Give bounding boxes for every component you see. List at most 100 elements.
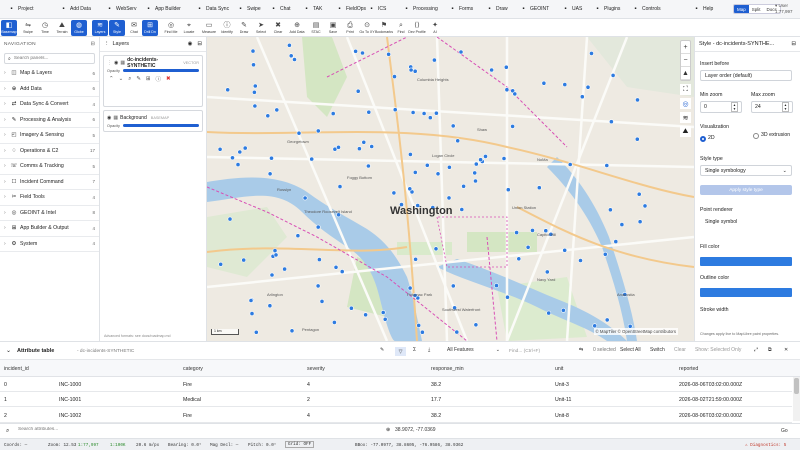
drag-handle-icon[interactable]: ⋮: [107, 60, 112, 66]
incident-marker[interactable]: [289, 328, 295, 334]
incident-marker[interactable]: [296, 130, 302, 136]
nav-section[interactable]: › ✎ Processing & Analysis 6: [0, 113, 99, 128]
incident-marker[interactable]: [225, 87, 231, 93]
min-zoom-input[interactable]: 0 ▲ ▼: [700, 101, 742, 113]
column-header[interactable]: severity: [307, 366, 325, 372]
incident-marker[interactable]: [287, 42, 292, 48]
incident-marker[interactable]: [433, 246, 439, 252]
nav-section[interactable]: › ⊕ Add Data 6: [0, 82, 99, 97]
incident-marker[interactable]: [227, 216, 233, 222]
incident-marker[interactable]: [356, 146, 362, 152]
incident-marker[interactable]: [319, 298, 325, 304]
incident-marker[interactable]: [217, 146, 223, 152]
incident-marker[interactable]: [636, 191, 642, 197]
incident-marker[interactable]: [336, 144, 341, 150]
incident-marker[interactable]: [607, 207, 613, 213]
tool-drill-dn[interactable]: ⊞ Drill Dn: [142, 20, 158, 36]
incident-marker[interactable]: [241, 257, 247, 263]
incident-marker[interactable]: [454, 329, 460, 335]
swap-icon[interactable]: ⇆: [579, 347, 583, 353]
incident-marker[interactable]: [392, 107, 398, 113]
incident-marker[interactable]: [505, 187, 511, 193]
opacity-slider[interactable]: [122, 124, 199, 127]
incident-marker[interactable]: [317, 257, 322, 262]
incident-marker[interactable]: [478, 157, 483, 163]
menu-item[interactable]: ▪ FieldOps: [336, 0, 366, 19]
menu-item[interactable]: ▪ App Builder: [145, 0, 180, 19]
incident-marker[interactable]: [505, 294, 510, 300]
incident-marker[interactable]: [610, 73, 616, 78]
incident-marker[interactable]: [235, 162, 241, 167]
incident-marker[interactable]: [567, 162, 573, 167]
incident-marker[interactable]: [544, 269, 550, 275]
clear-button[interactable]: Clear: [674, 347, 686, 353]
incident-marker[interactable]: [333, 264, 339, 270]
incident-marker[interactable]: [585, 84, 591, 90]
incident-marker[interactable]: [267, 171, 273, 177]
incident-marker[interactable]: [473, 178, 478, 184]
incident-marker[interactable]: [413, 256, 418, 262]
find-input[interactable]: Find... (Ctrl+F): [506, 346, 574, 357]
download-icon[interactable]: ⤓: [428, 347, 430, 353]
nav-section[interactable]: › ☏ Comms & Tracking 5: [0, 159, 99, 175]
incident-marker[interactable]: [503, 64, 509, 70]
incident-marker[interactable]: [249, 311, 255, 316]
incident-marker[interactable]: [608, 119, 614, 125]
tool-bookmarks[interactable]: ⚑ Bookmarks: [375, 20, 393, 36]
nav-section[interactable]: › ◫ Map & Layers 6: [0, 66, 99, 82]
fullscreen-icon[interactable]: ⛶: [680, 84, 691, 95]
incident-marker[interactable]: [337, 184, 343, 189]
incident-marker[interactable]: [510, 124, 515, 129]
incident-marker[interactable]: [560, 307, 566, 313]
incident-marker[interactable]: [412, 169, 418, 175]
tool-style[interactable]: ✎ Style: [109, 20, 125, 36]
incident-marker[interactable]: [525, 244, 531, 250]
menu-item[interactable]: ▪ TAK: [303, 0, 322, 19]
tool-measure[interactable]: ▭ Measure: [201, 20, 217, 36]
nav-section[interactable]: › ◎ GEOINT & Intel 8: [0, 206, 99, 221]
incident-marker[interactable]: [458, 49, 464, 55]
incident-marker[interactable]: [407, 186, 413, 192]
incident-marker[interactable]: [380, 310, 386, 315]
menu-item[interactable]: ▪ GEOINT: [520, 0, 549, 19]
panel-close-icon[interactable]: ⊟: [791, 41, 796, 47]
nav-search-input[interactable]: [13, 56, 91, 61]
menu-item[interactable]: ▪ Processing: [403, 0, 437, 19]
move-up-icon[interactable]: ⌃: [109, 76, 114, 82]
incident-marker[interactable]: [265, 113, 271, 119]
incident-marker[interactable]: [446, 195, 452, 201]
incident-marker[interactable]: [272, 248, 278, 253]
collapse-icon[interactable]: ⊟: [91, 42, 95, 47]
viz-3d-radio[interactable]: 3D extrusion: [753, 132, 793, 139]
filter-icon[interactable]: ▽: [395, 347, 406, 356]
menu-item[interactable]: ▪ Data Sync: [196, 0, 229, 19]
feature-filter-select[interactable]: All Features ⌄: [447, 347, 500, 353]
insert-before-select[interactable]: Layer order (default): [700, 70, 792, 81]
incident-marker[interactable]: [355, 88, 361, 94]
tool-basemap[interactable]: ◧ Basemap: [1, 20, 17, 36]
eye-icon[interactable]: ◉: [188, 41, 193, 47]
viz-2d-radio[interactable]: 2D: [700, 135, 715, 142]
incident-marker[interactable]: [472, 170, 478, 176]
incident-marker[interactable]: [455, 138, 461, 144]
visibility-icon[interactable]: ◉: [107, 115, 111, 121]
incident-marker[interactable]: [315, 224, 321, 230]
incident-marker[interactable]: [230, 155, 235, 161]
nav-section[interactable]: › ⊞ App Builder & Output 4: [0, 221, 99, 237]
table-row[interactable]: 0 INC-1000 Fire 4 38.2 Unit-3 2026-08-06T03:02…: [0, 377, 792, 392]
incident-marker[interactable]: [489, 67, 494, 73]
incident-marker[interactable]: [282, 266, 287, 272]
view-map-button[interactable]: Map: [734, 5, 749, 13]
max-zoom-input[interactable]: 24 ▲ ▼: [751, 101, 793, 113]
tool-ai[interactable]: ✦ AI: [427, 20, 443, 36]
incident-marker[interactable]: [450, 283, 456, 289]
incident-marker[interactable]: [579, 94, 585, 100]
edit-icon[interactable]: ✎: [380, 347, 384, 353]
outline-color-swatch[interactable]: [700, 288, 792, 297]
tool-save[interactable]: ▣ Save: [325, 20, 341, 36]
tool-layers[interactable]: ≋ Layers: [92, 20, 108, 36]
style-type-select[interactable]: Single symbology ⌄: [700, 165, 792, 176]
coordinate-input[interactable]: 38.9072, -77.0369: [395, 427, 436, 433]
incident-marker[interactable]: [392, 74, 397, 79]
incident-marker[interactable]: [251, 62, 256, 68]
